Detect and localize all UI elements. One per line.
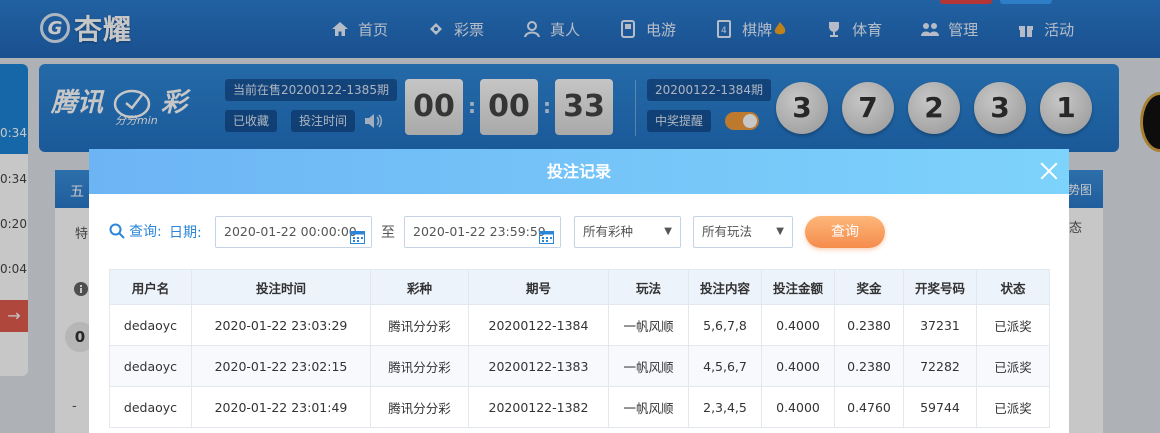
cell-prize: 0.4760	[834, 386, 904, 428]
cell-status: 已派奖	[976, 304, 1050, 346]
table-row[interactable]: dedaoyc 2020-01-22 23:03:29 腾讯分分彩 202001…	[109, 304, 1050, 346]
cell-username: dedaoyc	[109, 345, 192, 387]
play-type-select[interactable]: 所有玩法 ▼	[693, 216, 793, 248]
search-icon	[109, 223, 125, 239]
calendar-icon[interactable]	[350, 225, 365, 244]
cell-issue: 20200122-1383	[468, 345, 609, 387]
column-header: 用户名	[109, 269, 192, 305]
column-header: 状态	[976, 269, 1050, 305]
cell-content: 2,3,4,5	[688, 386, 762, 428]
column-header: 投注内容	[688, 269, 762, 305]
cell-status: 已派奖	[976, 386, 1050, 428]
table-row[interactable]: dedaoyc 2020-01-22 23:01:49 腾讯分分彩 202001…	[109, 386, 1050, 428]
cell-prize: 0.2380	[834, 345, 904, 387]
cell-play: 一帆风顺	[608, 304, 689, 346]
cell-play: 一帆风顺	[608, 386, 689, 428]
date-to-value: 2020-01-22 23:59:59	[413, 224, 546, 239]
cell-bet-time: 2020-01-22 23:03:29	[191, 304, 371, 346]
cell-issue: 20200122-1382	[468, 386, 609, 428]
cell-lottery: 腾讯分分彩	[370, 345, 469, 387]
play-type-value: 所有玩法	[702, 224, 753, 239]
cell-draw-number: 59744	[903, 386, 977, 428]
caret-down-icon: ▼	[664, 226, 672, 237]
cell-draw-number: 37231	[903, 304, 977, 346]
lottery-type-value: 所有彩种	[583, 224, 634, 239]
close-icon[interactable]	[1038, 160, 1060, 182]
table-header-row: 用户名 投注时间 彩种 期号 玩法 投注内容 投注金额 奖金 开奖号码 状态	[109, 269, 1050, 305]
cell-issue: 20200122-1384	[468, 304, 609, 346]
to-label: 至	[381, 225, 395, 241]
date-to-input[interactable]: 2020-01-22 23:59:59	[404, 216, 561, 248]
table-row[interactable]: dedaoyc 2020-01-22 23:02:15 腾讯分分彩 202001…	[109, 345, 1050, 387]
column-header: 开奖号码	[903, 269, 977, 305]
cell-username: dedaoyc	[109, 304, 192, 346]
cell-lottery: 腾讯分分彩	[370, 304, 469, 346]
bet-record-modal: 投注记录 查询: 日期: 2020-01-22 00:00:00 至 2020-…	[89, 149, 1069, 433]
cell-content: 4,5,6,7	[688, 345, 762, 387]
cell-prize: 0.2380	[834, 304, 904, 346]
cell-amount: 0.4000	[761, 386, 835, 428]
modal-title: 投注记录	[546, 162, 611, 181]
query-button[interactable]: 查询	[805, 216, 885, 248]
query-label-text: 查询:	[129, 224, 162, 240]
column-header: 彩种	[370, 269, 469, 305]
cell-bet-time: 2020-01-22 23:01:49	[191, 386, 371, 428]
bet-record-table: 用户名 投注时间 彩种 期号 玩法 投注内容 投注金额 奖金 开奖号码 状态 d…	[109, 269, 1050, 428]
cell-draw-number: 72282	[903, 345, 977, 387]
cell-play: 一帆风顺	[608, 345, 689, 387]
column-header: 玩法	[608, 269, 689, 305]
column-header: 投注金额	[761, 269, 835, 305]
calendar-icon[interactable]	[539, 225, 554, 244]
date-label: 日期:	[169, 225, 202, 241]
cell-lottery: 腾讯分分彩	[370, 386, 469, 428]
column-header: 投注时间	[191, 269, 371, 305]
cell-amount: 0.4000	[761, 304, 835, 346]
date-from-input[interactable]: 2020-01-22 00:00:00	[215, 216, 372, 248]
caret-down-icon: ▼	[776, 226, 784, 237]
date-from-value: 2020-01-22 00:00:00	[224, 224, 357, 239]
cell-amount: 0.4000	[761, 345, 835, 387]
column-header: 奖金	[834, 269, 904, 305]
cell-status: 已派奖	[976, 345, 1050, 387]
column-header: 期号	[468, 269, 609, 305]
cell-content: 5,6,7,8	[688, 304, 762, 346]
cell-username: dedaoyc	[109, 386, 192, 428]
cell-bet-time: 2020-01-22 23:02:15	[191, 345, 371, 387]
lottery-type-select[interactable]: 所有彩种 ▼	[574, 216, 681, 248]
query-label: 查询:	[109, 221, 162, 241]
